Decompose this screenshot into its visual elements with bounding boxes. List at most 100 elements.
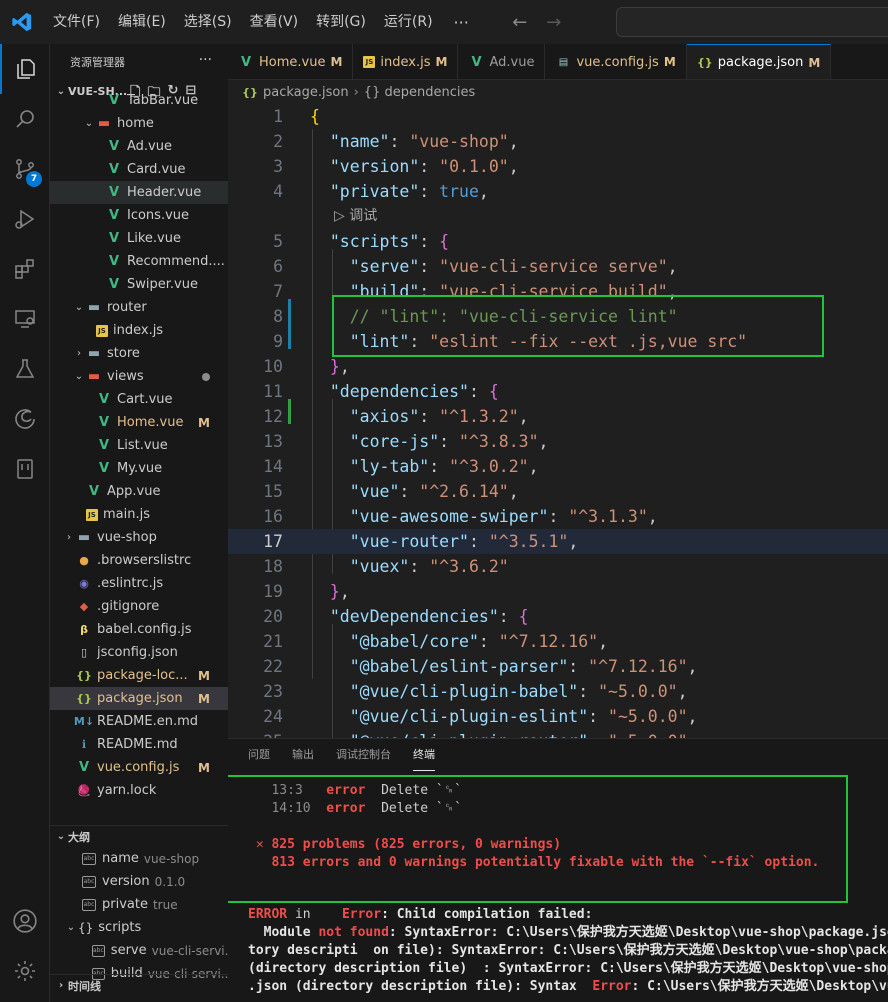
outline-item[interactable]: abc version 0.1.0 (50, 870, 228, 893)
tree-item[interactable]: Vvue.config.js M (50, 756, 228, 779)
tree-item[interactable]: V List.vue (50, 434, 228, 457)
outline-item[interactable]: abc name vue-shop (50, 847, 228, 870)
timeline-panel-icon[interactable] (0, 444, 50, 494)
tree-item[interactable]: › ▬ vue-shop (50, 526, 228, 549)
tree-item[interactable]: ℹ README.md (50, 733, 228, 756)
forward-arrow-icon[interactable]: → (537, 12, 571, 33)
code-line: 22 "@babel/eslint-parser": "^7.12.16", (228, 654, 888, 679)
code-token: , (667, 257, 678, 276)
explorer-more-icon[interactable]: ··· (199, 52, 212, 68)
tree-item[interactable]: ⌄ ▬ home (50, 112, 228, 135)
timeline-header[interactable]: › 时间线 (50, 974, 228, 996)
tree-item[interactable]: V Cart.vue (50, 388, 228, 411)
editor-tab[interactable]: {} package.json M (686, 44, 832, 79)
code-line: 15 "vue": "^2.6.14", (228, 479, 888, 504)
line-number: 14 (263, 457, 283, 476)
code-text: "version": "0.1.0", (310, 154, 519, 179)
search-icon[interactable] (0, 94, 50, 144)
tree-item-label: Icons.vue (127, 208, 190, 223)
code-token: "vuex" (349, 557, 410, 576)
tree-item[interactable]: ▯ jsconfig.json (50, 641, 228, 664)
tree-item[interactable]: V Icons.vue (50, 204, 228, 227)
tree-item[interactable]: V App.vue (50, 480, 228, 503)
outline-item[interactable]: ⌄{} scripts (50, 916, 228, 939)
back-arrow-icon[interactable]: ← (503, 12, 537, 33)
editor-tab[interactable]: JS index.js M (353, 44, 459, 79)
folder-icon: ▬ (87, 300, 101, 315)
outline-item[interactable]: abc private true (50, 893, 228, 916)
code-token: : (468, 532, 489, 551)
more-menu-icon[interactable]: ··· (442, 13, 481, 32)
outline-item[interactable]: abc serve vue-cli-servi... (50, 939, 228, 962)
menu-bar: 文件(F) 编辑(E) 选择(S) 查看(V) 转到(G) 运行(R) (44, 0, 442, 44)
run-debug-icon[interactable] (0, 194, 50, 244)
tree-item[interactable]: ● .browserslistrc (50, 549, 228, 572)
code-token: , (538, 432, 549, 451)
editor-tab[interactable]: ▤ vue.config.js M (545, 44, 687, 79)
terminal-text: : SyntaxError: C:\Users\保护我方天选姬\Desktop\… (388, 925, 888, 940)
tree-item[interactable]: ◆ .gitignore (50, 595, 228, 618)
tree-item[interactable]: V TabBar.vue (50, 89, 228, 112)
panel-tab[interactable]: 输出 (292, 739, 314, 771)
tree-item[interactable]: V Home.vue M (50, 411, 228, 434)
editor-tab[interactable]: V Home.vue M (228, 44, 354, 79)
tree-item[interactable]: V Card.vue (50, 158, 228, 181)
code-token: } (329, 357, 340, 376)
code-token: "@vue/cli-plugin-eslint" (349, 707, 589, 726)
code-token: : (389, 132, 410, 151)
tree-item[interactable]: ⌄ ▬ views (50, 365, 228, 388)
tree-item-label: Ad.vue (127, 139, 172, 154)
terminal-text: tory descripti on file): SyntaxError: C:… (248, 943, 888, 958)
tree-item[interactable]: {} package.json M (50, 687, 228, 710)
tree-item[interactable]: V My.vue (50, 457, 228, 480)
explorer-title: 资源管理器 (70, 56, 125, 69)
menu-item[interactable]: 转到(G) (307, 0, 375, 44)
line-number: 22 (263, 657, 283, 676)
tree-item[interactable]: V Ad.vue (50, 135, 228, 158)
line-number: 17 (263, 532, 283, 551)
menu-item[interactable]: 查看(V) (241, 0, 308, 44)
editor-tab[interactable]: V Ad.vue (458, 44, 546, 79)
code-text: "axios": "^1.3.2", (310, 404, 529, 429)
tree-item[interactable]: V Like.vue (50, 227, 228, 250)
tree-item[interactable]: V Swiper.vue (50, 273, 228, 296)
tree-item[interactable]: M↓ README.en.md (50, 710, 228, 733)
tree-item[interactable]: 🧶 yarn.lock (50, 779, 228, 802)
tree-item[interactable]: › ▬ store (50, 342, 228, 365)
explorer-icon[interactable] (0, 44, 50, 94)
breadcrumb-symbol[interactable]: {} dependencies (364, 85, 475, 100)
code-token: , (508, 482, 519, 501)
accounts-icon[interactable] (0, 896, 50, 946)
tree-item[interactable]: V Header.vue (50, 181, 228, 204)
panel-tab[interactable]: 调试控制台 (336, 739, 391, 771)
remote-explorer-icon[interactable] (0, 294, 50, 344)
command-center-search[interactable] (616, 7, 888, 37)
panel-tab[interactable]: 问题 (248, 739, 270, 771)
code-token: : (399, 482, 420, 501)
settings-gear-icon[interactable] (0, 946, 50, 996)
breadcrumb-file[interactable]: package.json (263, 85, 349, 100)
tree-item[interactable]: β babel.config.js (50, 618, 228, 641)
panel-tab[interactable]: 终端 (413, 739, 435, 771)
menu-item[interactable]: 选择(S) (175, 0, 241, 44)
testing-icon[interactable] (0, 344, 50, 394)
editor-tab-label: index.js (380, 54, 431, 70)
tree-item[interactable]: JS main.js (50, 503, 228, 526)
tree-item[interactable]: {} package-loc... M (50, 664, 228, 687)
menu-item[interactable]: 编辑(E) (109, 0, 175, 44)
menu-item[interactable]: 运行(R) (375, 0, 442, 44)
source-control-icon[interactable]: 7 (0, 144, 50, 194)
outline-header[interactable]: ⌄ 大纲 (50, 825, 228, 847)
edge-devtools-icon[interactable] (0, 394, 50, 444)
tree-item[interactable]: ◉ .eslintrc.js (50, 572, 228, 595)
tree-item[interactable]: V Recommend.... (50, 250, 228, 273)
tree-item[interactable]: JS index.js (50, 319, 228, 342)
code-editor[interactable]: 1{2 "name": "vue-shop", 3 "version": "0.1… (228, 104, 888, 738)
debug-codelens[interactable]: ▷ 调试 (334, 204, 377, 229)
menu-item[interactable]: 文件(F) (44, 0, 109, 44)
tree-item[interactable]: ⌄ ▬ router (50, 296, 228, 319)
extensions-icon[interactable] (0, 244, 50, 294)
modified-badge: M (198, 415, 210, 430)
